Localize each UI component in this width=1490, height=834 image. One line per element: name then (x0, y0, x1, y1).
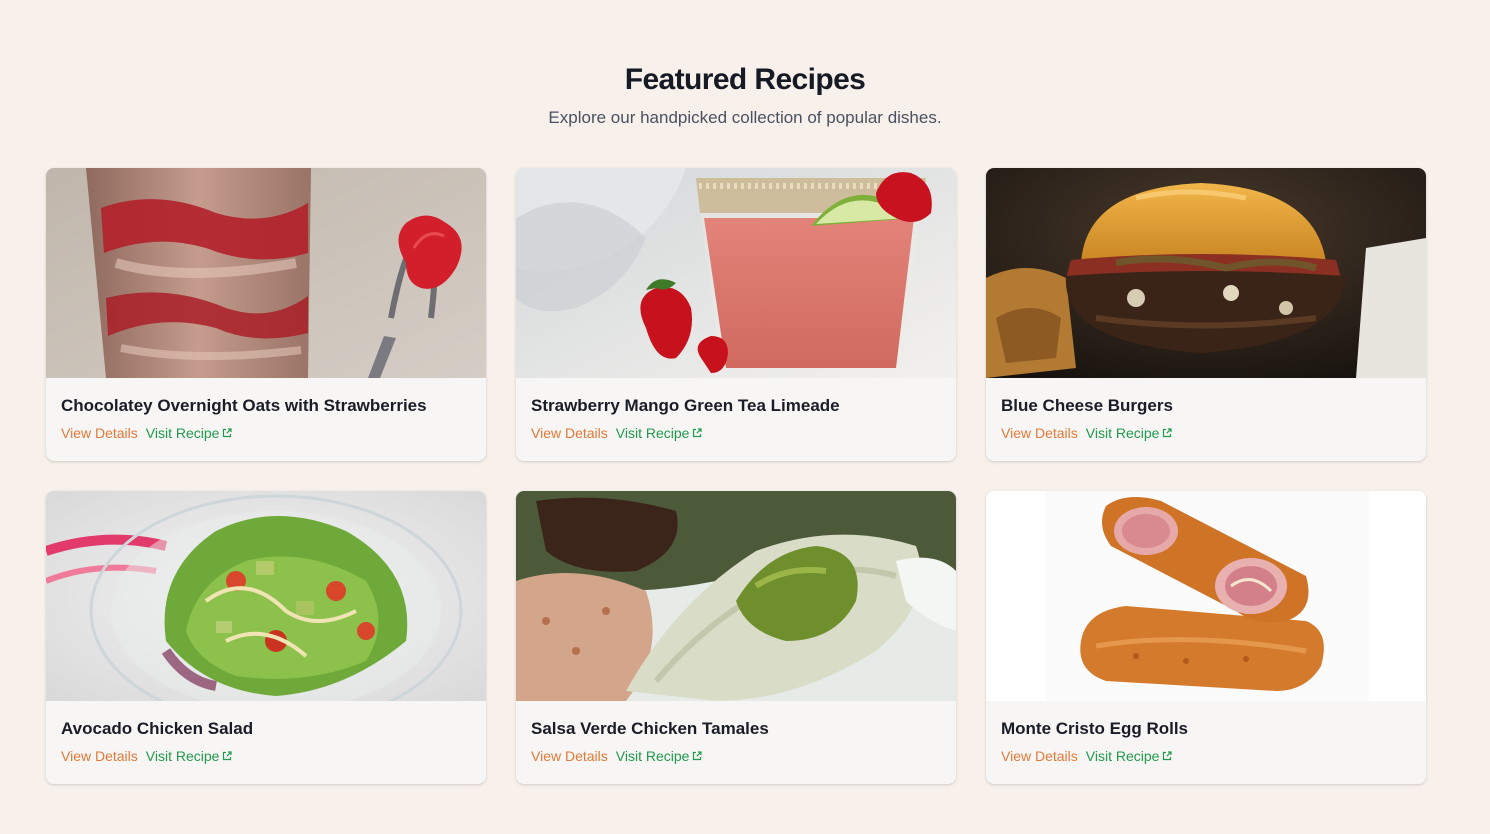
page-title: Featured Recipes (624, 63, 866, 96)
recipe-image-overnight-oats[interactable] (46, 168, 486, 378)
recipe-card-body: Chocolatey Overnight Oats with Strawberr… (46, 378, 486, 442)
recipe-links: View Details Visit Recipe (531, 424, 941, 442)
recipe-card: Monte Cristo Egg Rolls View Details Visi… (986, 491, 1426, 784)
recipe-card-body: Strawberry Mango Green Tea Limeade View … (516, 378, 956, 442)
page-subtitle: Explore our handpicked collection of pop… (548, 108, 942, 127)
recipe-card: Blue Cheese Burgers View Details Visit R… (986, 168, 1426, 461)
egg-rolls-photo (986, 491, 1426, 701)
overnight-oats-photo (46, 168, 486, 378)
recipe-card-body: Salsa Verde Chicken Tamales View Details… (516, 701, 956, 765)
salad-bowl-photo (46, 491, 486, 701)
tamales-plate-photo (516, 491, 956, 701)
view-details-link[interactable]: View Details (1001, 424, 1078, 442)
recipe-card: Strawberry Mango Green Tea Limeade View … (516, 168, 956, 461)
recipe-card: Chocolatey Overnight Oats with Strawberr… (46, 168, 486, 461)
visit-recipe-link[interactable]: Visit Recipe (616, 424, 703, 442)
section-header: Featured Recipes Explore our handpicked … (0, 0, 1490, 129)
visit-recipe-link[interactable]: Visit Recipe (146, 424, 233, 442)
visit-recipe-label: Visit Recipe (1085, 425, 1160, 441)
recipe-image-egg-rolls[interactable] (986, 491, 1426, 701)
recipe-grid: Chocolatey Overnight Oats with Strawberr… (46, 168, 1426, 784)
external-link-icon (1163, 428, 1173, 438)
recipe-card: Avocado Chicken Salad View Details Visit… (46, 491, 486, 784)
view-details-link[interactable]: View Details (61, 747, 138, 765)
recipe-links: View Details Visit Recipe (61, 424, 471, 442)
recipe-title: Strawberry Mango Green Tea Limeade (531, 396, 840, 415)
recipe-card-body: Blue Cheese Burgers View Details Visit R… (986, 378, 1426, 442)
recipe-title: Blue Cheese Burgers (1001, 396, 1173, 415)
visit-recipe-link[interactable]: Visit Recipe (616, 747, 703, 765)
recipe-image-tamales[interactable] (516, 491, 956, 701)
view-details-link[interactable]: View Details (531, 424, 608, 442)
visit-recipe-label: Visit Recipe (145, 748, 220, 764)
recipe-links: View Details Visit Recipe (531, 747, 941, 765)
recipe-image-salad[interactable] (46, 491, 486, 701)
visit-recipe-label: Visit Recipe (1085, 748, 1160, 764)
visit-recipe-label: Visit Recipe (615, 425, 690, 441)
visit-recipe-label: Visit Recipe (615, 748, 690, 764)
recipe-links: View Details Visit Recipe (61, 747, 471, 765)
recipe-card-body: Monte Cristo Egg Rolls View Details Visi… (986, 701, 1426, 765)
recipe-title: Monte Cristo Egg Rolls (1001, 719, 1188, 738)
visit-recipe-link[interactable]: Visit Recipe (1086, 424, 1173, 442)
recipe-image-burger[interactable] (986, 168, 1426, 378)
recipe-card-body: Avocado Chicken Salad View Details Visit… (46, 701, 486, 765)
recipe-card: Salsa Verde Chicken Tamales View Details… (516, 491, 956, 784)
visit-recipe-link[interactable]: Visit Recipe (1086, 747, 1173, 765)
recipe-links: View Details Visit Recipe (1001, 747, 1411, 765)
external-link-icon (693, 751, 703, 761)
view-details-link[interactable]: View Details (61, 424, 138, 442)
visit-recipe-label: Visit Recipe (145, 425, 220, 441)
limeade-glass-photo (516, 168, 956, 378)
external-link-icon (693, 428, 703, 438)
burger-photo (986, 168, 1426, 378)
external-link-icon (1163, 751, 1173, 761)
external-link-icon (223, 751, 233, 761)
recipe-image-limeade[interactable] (516, 168, 956, 378)
view-details-link[interactable]: View Details (531, 747, 608, 765)
recipe-links: View Details Visit Recipe (1001, 424, 1411, 442)
view-details-link[interactable]: View Details (1001, 747, 1078, 765)
recipe-title: Salsa Verde Chicken Tamales (531, 719, 769, 738)
recipe-title: Chocolatey Overnight Oats with Strawberr… (61, 396, 427, 415)
recipe-title: Avocado Chicken Salad (61, 719, 254, 738)
visit-recipe-link[interactable]: Visit Recipe (146, 747, 233, 765)
external-link-icon (223, 428, 233, 438)
